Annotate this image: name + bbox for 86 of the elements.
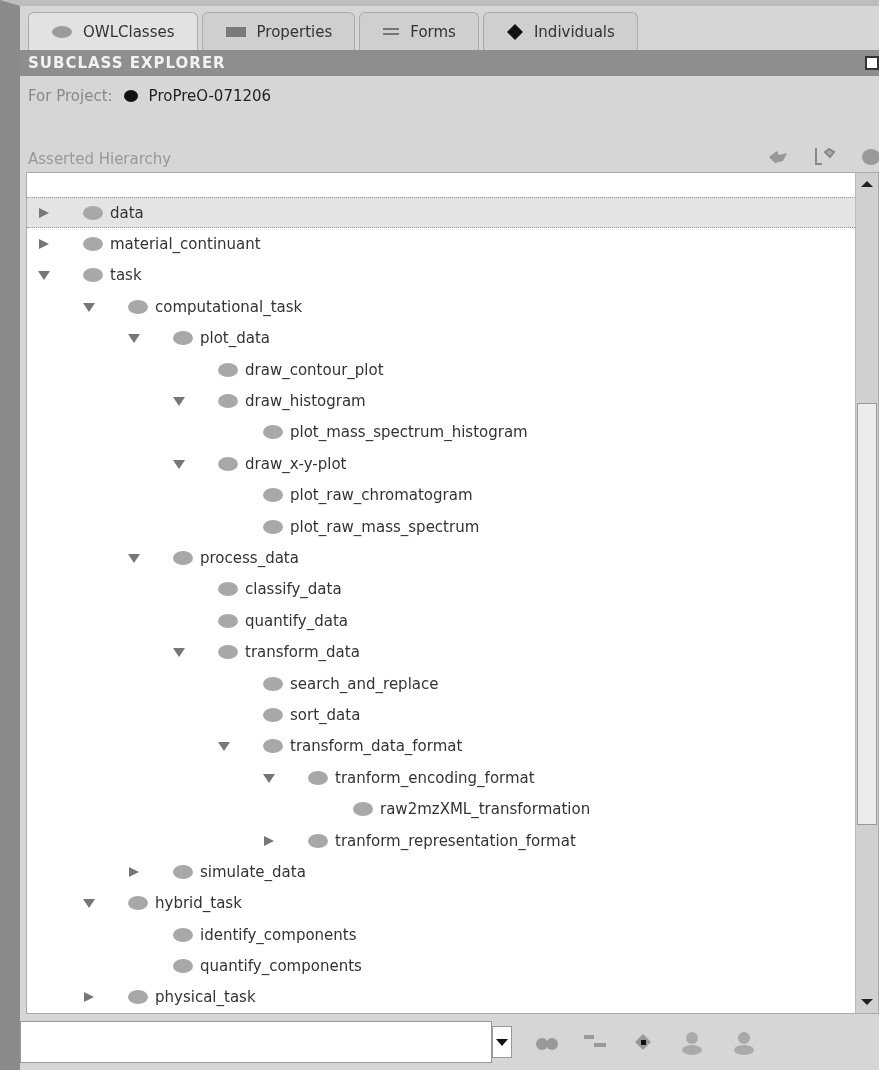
class-icon xyxy=(262,518,284,535)
class-icon xyxy=(217,581,239,598)
dropdown-caret-icon[interactable] xyxy=(492,1026,512,1058)
tree-item[interactable]: task xyxy=(27,259,855,292)
tree-item[interactable]: transform_data_format xyxy=(27,730,855,763)
collapsed-triangle-icon[interactable] xyxy=(37,238,51,251)
tree-item[interactable]: draw_histogram xyxy=(27,385,855,417)
class-icon xyxy=(352,801,374,818)
expanded-triangle-icon[interactable] xyxy=(82,897,96,910)
expanded-triangle-icon[interactable] xyxy=(127,332,141,345)
collapsed-triangle-icon[interactable] xyxy=(37,206,51,219)
class-icon xyxy=(127,298,149,315)
class-icon xyxy=(307,832,329,849)
tree-item[interactable]: transform_data xyxy=(27,636,855,668)
tree-item[interactable]: plot_mass_spectrum_histogram xyxy=(27,416,855,449)
class-icon xyxy=(172,330,194,347)
class-icon xyxy=(127,895,149,912)
class-icon xyxy=(217,644,239,661)
tree-item[interactable]: material_continuant xyxy=(27,228,855,260)
expanded-triangle-icon[interactable] xyxy=(37,269,51,282)
expanded-triangle-icon[interactable] xyxy=(127,552,141,564)
scroll-thumb[interactable] xyxy=(857,403,877,825)
oval-icon xyxy=(51,24,73,39)
tree-item[interactable]: draw_contour_plot xyxy=(27,353,855,386)
tab[interactable]: Properties xyxy=(201,12,356,50)
class-icon xyxy=(217,393,239,410)
tree-item[interactable]: raw2mzXML_transformation xyxy=(27,793,855,825)
project-label: For Project: xyxy=(28,87,113,105)
class-icon xyxy=(172,926,194,943)
class-icon xyxy=(217,455,239,472)
tree-item[interactable]: plot_data xyxy=(27,322,855,354)
expanded-triangle-icon[interactable] xyxy=(262,771,276,784)
scroll-up-icon[interactable] xyxy=(860,179,874,189)
expanded-triangle-icon[interactable] xyxy=(172,457,186,470)
collapsed-triangle-icon[interactable] xyxy=(82,991,96,1004)
tree-item[interactable]: tranform_encoding_format xyxy=(27,762,855,794)
tree-item[interactable]: simulate_data xyxy=(27,856,855,888)
tree-item[interactable]: identify_components xyxy=(27,919,855,951)
hierarchy-label: Asserted Hierarchy xyxy=(28,150,172,168)
class-icon xyxy=(172,958,194,975)
tree-item[interactable]: hybrid_task xyxy=(27,887,855,919)
class-icon xyxy=(127,989,149,1006)
scroll-down-icon[interactable] xyxy=(860,997,874,1007)
tree-item[interactable]: process_data xyxy=(27,542,855,574)
class-icon xyxy=(217,361,239,378)
window-icon[interactable] xyxy=(865,56,879,70)
tree-item[interactable]: plot_raw_chromatogram xyxy=(27,479,855,511)
tab[interactable]: Forms xyxy=(359,12,479,50)
tree-item[interactable]: physical_task xyxy=(27,981,855,1014)
tree-item[interactable]: quantify_data xyxy=(27,605,855,637)
tree-item[interactable]: data xyxy=(27,197,855,229)
class-icon xyxy=(307,769,329,786)
tree-item[interactable]: computational_task xyxy=(27,291,855,323)
tree-item[interactable]: quantify_components xyxy=(27,950,855,982)
tree-item[interactable]: sort_data xyxy=(27,699,855,731)
scrollbar[interactable] xyxy=(855,173,878,1013)
tree-item[interactable]: plot_raw_mass_spectrum xyxy=(27,510,855,543)
search-field[interactable] xyxy=(20,1021,492,1063)
project-name: ProPreO-071206 xyxy=(148,87,272,105)
class-icon xyxy=(262,706,284,723)
expanded-triangle-icon[interactable] xyxy=(217,740,231,753)
class-icon xyxy=(262,738,284,755)
tab[interactable]: Individuals xyxy=(482,12,638,50)
tree-item[interactable]: draw_x-y-plot xyxy=(27,448,855,480)
class-icon xyxy=(82,267,104,284)
class-icon xyxy=(262,424,284,441)
tree-item[interactable]: tranform_representation_format xyxy=(27,824,855,857)
class-icon xyxy=(82,236,104,253)
class-icon xyxy=(262,675,284,692)
expanded-triangle-icon[interactable] xyxy=(82,300,96,313)
collapsed-triangle-icon[interactable] xyxy=(127,865,141,878)
class-icon xyxy=(172,863,194,880)
class-icon xyxy=(217,612,239,629)
class-icon xyxy=(262,487,284,504)
panel-title: SUBCLASS EXPLORER xyxy=(28,54,226,72)
dot-icon xyxy=(122,89,139,103)
collapsed-triangle-icon[interactable] xyxy=(262,834,276,847)
class-icon xyxy=(82,204,104,221)
class-icon xyxy=(172,550,194,566)
expanded-triangle-icon[interactable] xyxy=(172,646,186,659)
rectangle-icon xyxy=(224,24,247,39)
diamond-icon xyxy=(505,22,524,41)
tree-item[interactable]: classify_data xyxy=(27,573,855,606)
tab[interactable]: OWLClasses xyxy=(28,12,198,50)
tree-item[interactable]: search_and_replace xyxy=(27,667,855,700)
expanded-triangle-icon[interactable] xyxy=(172,395,186,408)
